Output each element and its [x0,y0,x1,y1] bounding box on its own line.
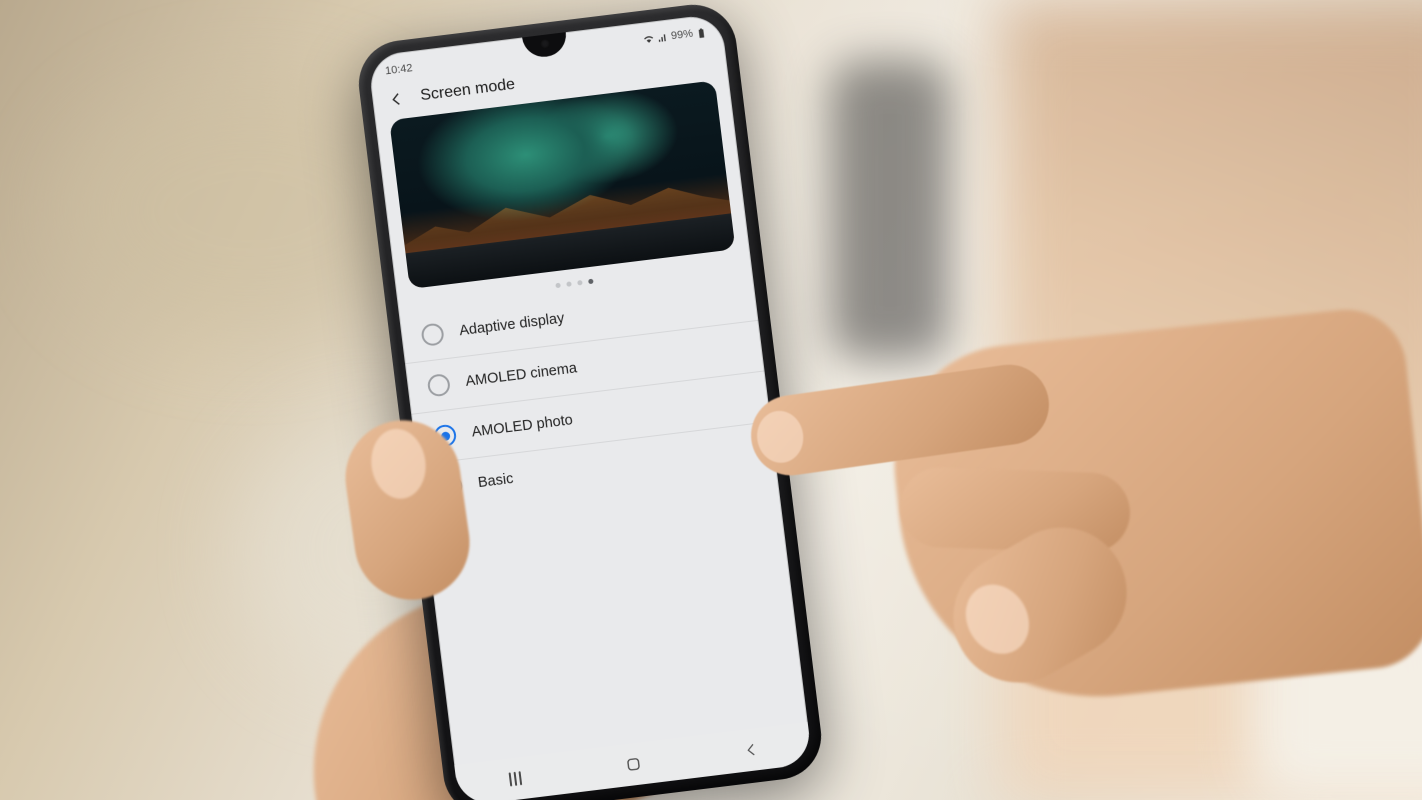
signal-icon [656,31,668,43]
option-label: AMOLED cinema [465,360,578,390]
back-button[interactable] [386,88,408,110]
pager-dot[interactable] [555,283,561,289]
photo-background: 10:42 99% Screen mode [0,0,1422,800]
battery-percent: 99% [670,28,693,43]
phone-screen: 10:42 99% Screen mode [367,13,812,800]
chevron-left-icon [388,90,406,108]
chevron-left-icon [742,741,760,759]
option-label: AMOLED photo [471,412,574,440]
pager-dot[interactable] [588,279,594,285]
home-icon [623,754,643,774]
pager-dot[interactable] [566,281,572,287]
page-title: Screen mode [419,76,516,105]
android-nav-bar [454,722,812,800]
radio-icon [420,322,445,347]
bg-blob [830,60,950,360]
pager-dot[interactable] [577,280,583,286]
option-label: Basic [477,471,514,491]
clock: 10:42 [384,62,413,77]
nav-back-button[interactable] [727,734,776,765]
wifi-icon [643,33,655,45]
option-label: Adaptive display [458,311,565,340]
recents-icon [509,771,523,786]
radio-icon [427,373,452,398]
home-button[interactable] [609,749,658,780]
battery-icon [695,26,707,38]
recents-button[interactable] [491,763,540,794]
